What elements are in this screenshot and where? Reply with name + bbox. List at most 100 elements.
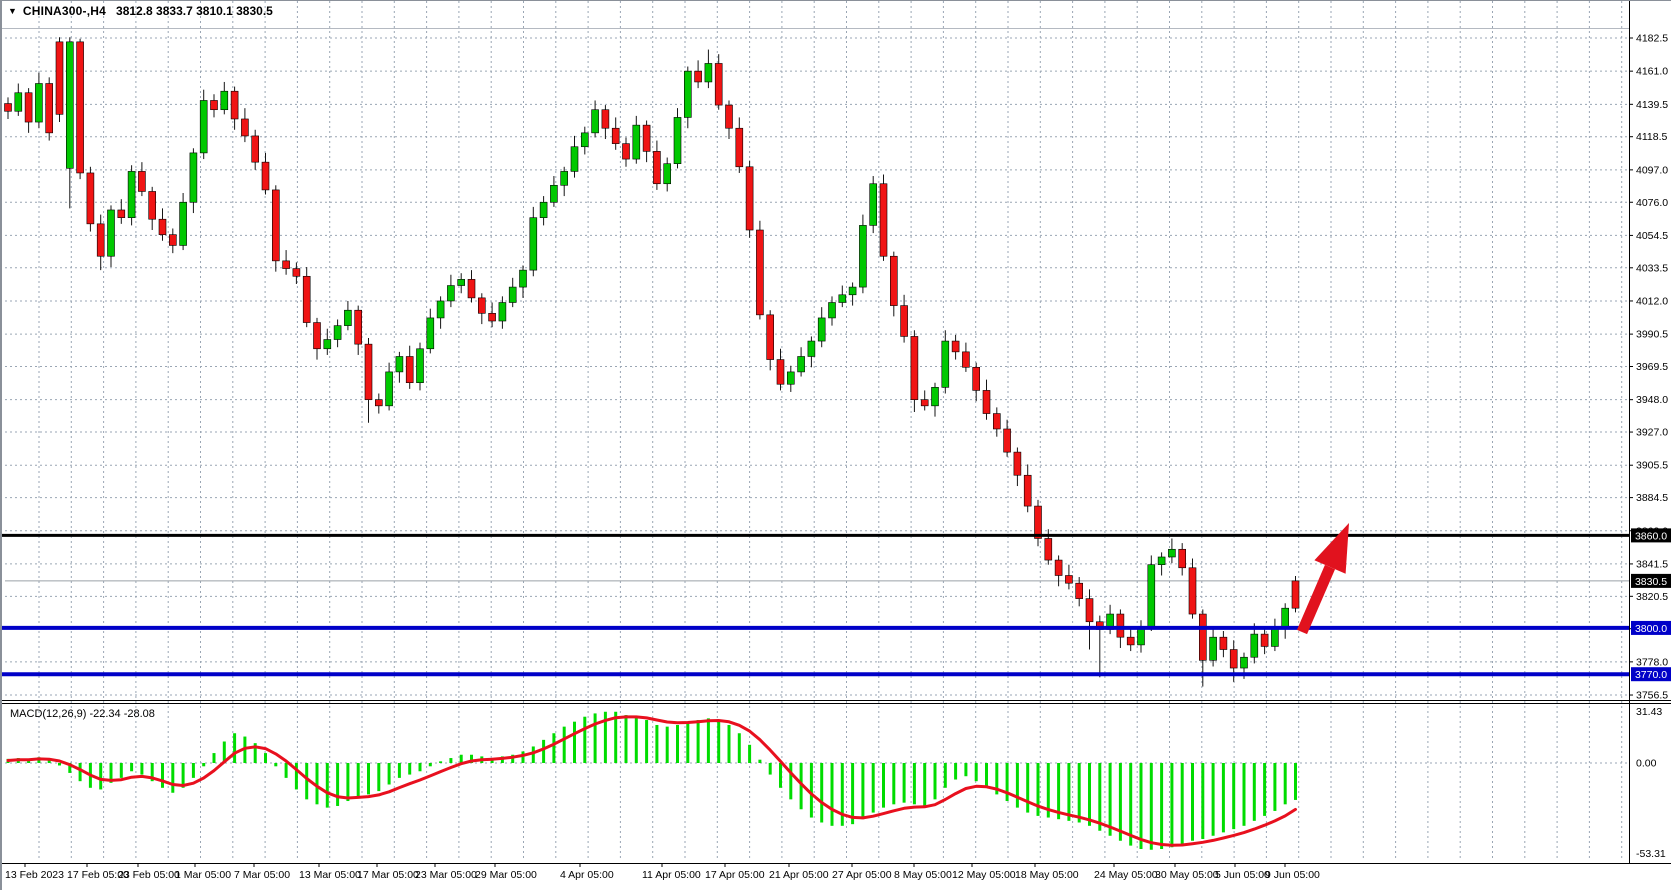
candle-up xyxy=(66,42,73,168)
candle-down xyxy=(890,256,897,305)
price-tick-label: 4054.5 xyxy=(1636,230,1668,242)
candle-up xyxy=(427,318,434,349)
candle-down xyxy=(1076,583,1083,598)
candle-up xyxy=(221,91,228,110)
time-axis-label: 1 Mar 05:00 xyxy=(175,869,231,881)
candle-down xyxy=(118,210,125,218)
candle-up xyxy=(530,218,537,270)
candle-down xyxy=(159,219,166,234)
price-tick-label: 4076.0 xyxy=(1636,197,1668,209)
macd-indicator-label: MACD(12,26,9) -22.34 -28.08 xyxy=(10,708,155,720)
time-axis-label: 21 Apr 05:00 xyxy=(769,869,829,881)
price-tick-label: 4012.0 xyxy=(1636,295,1668,307)
price-marker-label: 3770.0 xyxy=(1635,669,1667,681)
candle-up xyxy=(200,100,207,152)
price-marker-label: 3860.0 xyxy=(1635,530,1667,542)
time-axis-label: 9 Jun 05:00 xyxy=(1265,869,1320,881)
candle-up xyxy=(509,287,516,302)
price-tick-label: 4139.5 xyxy=(1636,99,1668,111)
macd-scale-max: 31.43 xyxy=(1636,706,1662,718)
candle-down xyxy=(365,344,372,400)
candle-down xyxy=(952,341,959,352)
candle-up xyxy=(190,153,197,202)
candle-down xyxy=(736,128,743,167)
candle-down xyxy=(993,414,1000,429)
candle-up xyxy=(633,125,640,159)
price-tick-label: 3927.0 xyxy=(1636,427,1668,439)
candle-up xyxy=(1168,549,1175,557)
candle-down xyxy=(1179,549,1186,568)
candle-down xyxy=(241,119,248,136)
candle-down xyxy=(1035,506,1042,538)
time-axis-label: 29 Mar 05:00 xyxy=(475,869,537,881)
candle-up xyxy=(870,184,877,226)
candle-up xyxy=(592,110,599,133)
macd-scale-min: -53.31 xyxy=(1636,848,1666,860)
candle-down xyxy=(489,313,496,321)
price-tick-label: 3756.5 xyxy=(1636,690,1668,702)
candle-down xyxy=(911,336,918,399)
candle-down xyxy=(1045,538,1052,560)
candle-up xyxy=(571,147,578,172)
candle-up xyxy=(499,303,506,322)
candle-up xyxy=(550,185,557,202)
candle-down xyxy=(715,63,722,105)
price-marker-label: 3830.5 xyxy=(1635,576,1667,588)
candle-down xyxy=(756,230,763,315)
time-axis-label: 8 May 05:00 xyxy=(894,869,952,881)
candle-up xyxy=(839,295,846,303)
macd-scale-zero: 0.00 xyxy=(1636,758,1657,770)
candle-up xyxy=(35,83,42,122)
candle-down xyxy=(1004,429,1011,452)
price-tick-label: 4097.0 xyxy=(1636,164,1668,176)
candle-down xyxy=(5,104,12,112)
candle-up xyxy=(417,349,424,383)
candle-down xyxy=(962,352,969,367)
candle-down xyxy=(643,125,650,151)
candle-down xyxy=(355,310,362,344)
candle-up xyxy=(1251,634,1258,657)
candle-up xyxy=(447,286,454,301)
candle-down xyxy=(211,100,218,109)
candle-down xyxy=(283,261,290,269)
candle-up xyxy=(705,63,712,82)
time-axis-label: 27 Apr 05:00 xyxy=(832,869,892,881)
candle-up xyxy=(396,356,403,371)
candle-down xyxy=(478,298,485,313)
candle-down xyxy=(1189,568,1196,614)
price-tick-label: 3990.5 xyxy=(1636,329,1668,341)
candle-down xyxy=(46,83,53,132)
candle-up xyxy=(108,210,115,256)
chart-canvas[interactable]: 4182.54161.04139.54118.54097.04076.04054… xyxy=(2,1,1671,890)
time-axis-label: 23 Mar 05:00 xyxy=(415,869,477,881)
candle-down xyxy=(602,110,609,129)
time-axis-label: 7 Mar 05:00 xyxy=(234,869,290,881)
candle-down xyxy=(314,323,321,349)
candle-up xyxy=(664,164,671,184)
candle-up xyxy=(849,287,856,295)
candle-down xyxy=(1292,581,1299,608)
candle-down xyxy=(726,105,733,128)
price-tick-label: 4161.0 xyxy=(1636,66,1668,78)
candle-up xyxy=(458,279,465,285)
candle-up xyxy=(128,171,135,217)
candle-up xyxy=(334,326,341,340)
candle-down xyxy=(169,235,176,246)
candle-up xyxy=(15,93,22,112)
candle-down xyxy=(149,191,156,219)
time-axis-label: 23 Feb 05:00 xyxy=(118,869,180,881)
candle-down xyxy=(77,42,84,173)
symbol-dropdown-arrow-icon[interactable]: ▼ xyxy=(8,6,17,16)
candle-up xyxy=(540,202,547,217)
time-axis-label: 17 Apr 05:00 xyxy=(705,869,765,881)
time-axis-label: 12 May 05:00 xyxy=(952,869,1016,881)
price-tick-label: 3778.0 xyxy=(1636,656,1668,668)
candle-down xyxy=(983,390,990,413)
candle-down xyxy=(695,71,702,82)
trading-chart-window: ▼ CHINA300-,H4 3812.8 3833.7 3810.1 3830… xyxy=(0,0,1671,890)
candle-up xyxy=(180,202,187,245)
candle-up xyxy=(859,225,866,287)
candle-up xyxy=(561,171,568,185)
price-tick-label: 3948.0 xyxy=(1636,394,1668,406)
candle-down xyxy=(746,167,753,230)
